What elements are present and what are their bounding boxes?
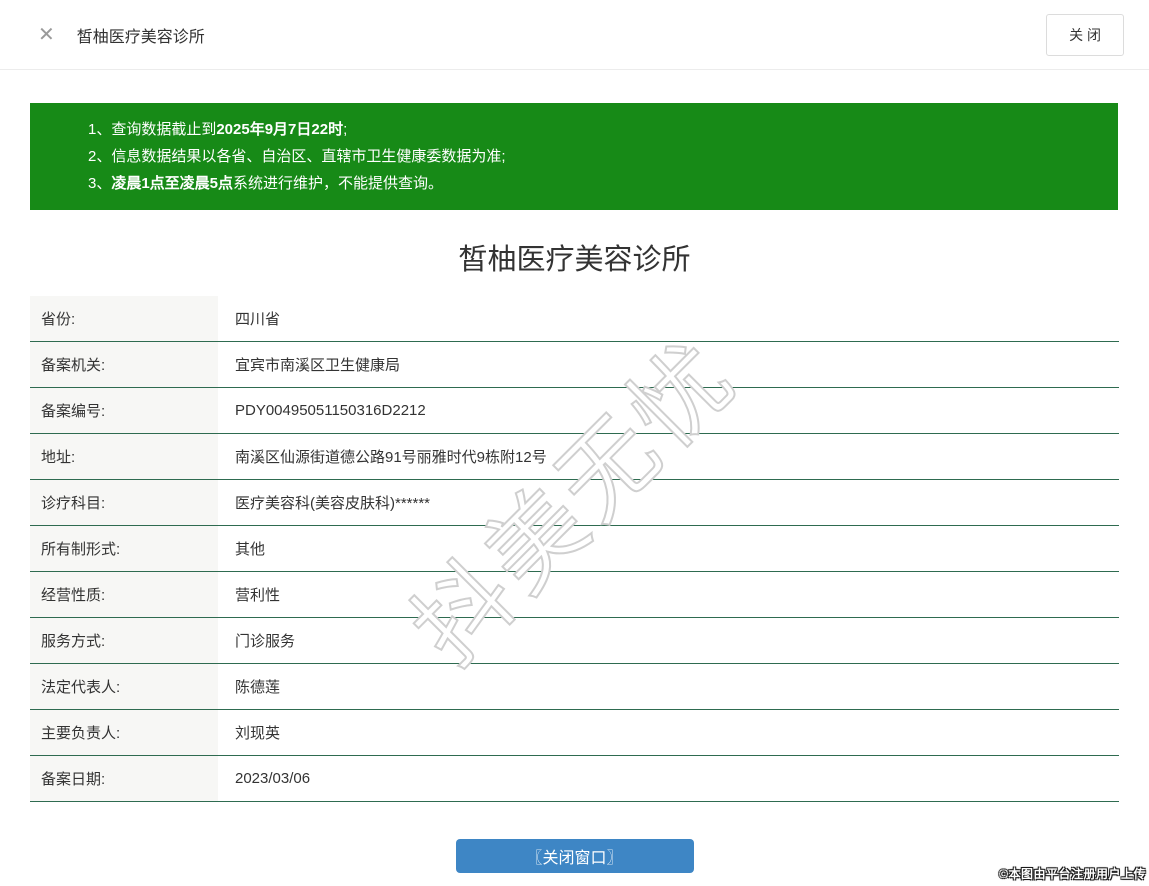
- notice-line-1: 1、查询数据截止到2025年9月7日22时;: [88, 116, 1098, 143]
- notice-text: 2、信息数据结果以各省、自治区、直辖市卫生健康委数据为准;: [88, 148, 506, 165]
- info-table: 省份: 四川省 备案机关: 宜宾市南溪区卫生健康局 备案编号: PDY00495…: [30, 296, 1119, 802]
- info-value: 四川省: [235, 311, 281, 328]
- info-value: 营利性: [235, 587, 281, 604]
- info-value: 陈德莲: [235, 679, 281, 696]
- info-label: 备案日期:: [30, 756, 218, 801]
- info-label: 地址:: [30, 434, 218, 479]
- table-row: 备案编号: PDY00495051150316D2212: [30, 388, 1119, 434]
- notice-line-2: 2、信息数据结果以各省、自治区、直辖市卫生健康委数据为准;: [88, 143, 1098, 170]
- page-title: 皙柚医疗美容诊所: [458, 244, 691, 276]
- table-row: 地址: 南溪区仙源街道德公路91号丽雅时代9栋附12号: [30, 434, 1119, 480]
- table-row: 所有制形式: 其他: [30, 526, 1119, 572]
- info-value: 2023/03/06: [235, 770, 311, 787]
- info-value: PDY00495051150316D2212: [235, 402, 426, 419]
- notice-text: 3、: [88, 175, 112, 192]
- table-row: 省份: 四川省: [30, 296, 1119, 342]
- table-row: 备案机关: 宜宾市南溪区卫生健康局: [30, 342, 1119, 388]
- close-icon[interactable]: ✕: [38, 25, 55, 45]
- close-button[interactable]: 关 闭: [1046, 13, 1124, 56]
- info-label: 所有制形式:: [30, 526, 218, 571]
- close-window-button[interactable]: 〖关闭窗口〗: [455, 839, 694, 873]
- info-label: 备案编号:: [30, 388, 218, 433]
- notice-text: 1、查询数据截止到: [88, 121, 217, 138]
- info-value: 宜宾市南溪区卫生健康局: [235, 357, 401, 374]
- table-row: 法定代表人: 陈德莲: [30, 664, 1119, 710]
- info-value: 南溪区仙源街道德公路91号丽雅时代9栋附12号: [235, 449, 547, 466]
- info-label: 经营性质:: [30, 572, 218, 617]
- table-row: 备案日期: 2023/03/06: [30, 756, 1119, 802]
- info-value: 其他: [235, 541, 266, 558]
- notice-line-3: 3、凌晨1点至凌晨5点系统进行维护，不能提供查询。: [88, 170, 1098, 197]
- info-value: 刘现英: [235, 725, 281, 742]
- info-value: 门诊服务: [235, 633, 296, 650]
- window-title: 皙柚医疗美容诊所: [76, 28, 205, 46]
- info-label: 法定代表人:: [30, 664, 218, 709]
- copyright-note: ©本图由平台注册用户上传: [999, 867, 1146, 881]
- notice-bold-text: 凌晨1点至凌晨5点: [111, 175, 234, 192]
- info-label: 服务方式:: [30, 618, 218, 663]
- table-row: 服务方式: 门诊服务: [30, 618, 1119, 664]
- notice-text: 系统进行维护，不能提供查询。: [233, 175, 444, 192]
- info-label: 备案机关:: [30, 342, 218, 387]
- notice-text: ;: [343, 121, 348, 138]
- info-label: 主要负责人:: [30, 710, 218, 755]
- table-row: 诊疗科目: 医疗美容科(美容皮肤科)******: [30, 480, 1119, 526]
- notice-bold-text: 2025年9月7日22时: [216, 121, 344, 138]
- table-row: 经营性质: 营利性: [30, 572, 1119, 618]
- table-row: 主要负责人: 刘现英: [30, 710, 1119, 756]
- notice-banner: 1、查询数据截止到2025年9月7日22时; 2、信息数据结果以各省、自治区、直…: [30, 103, 1118, 210]
- info-value: 医疗美容科(美容皮肤科)******: [235, 495, 431, 512]
- top-bar: ✕ 皙柚医疗美容诊所 关 闭: [0, 0, 1149, 70]
- info-label: 省份:: [30, 296, 218, 341]
- info-label: 诊疗科目:: [30, 480, 218, 525]
